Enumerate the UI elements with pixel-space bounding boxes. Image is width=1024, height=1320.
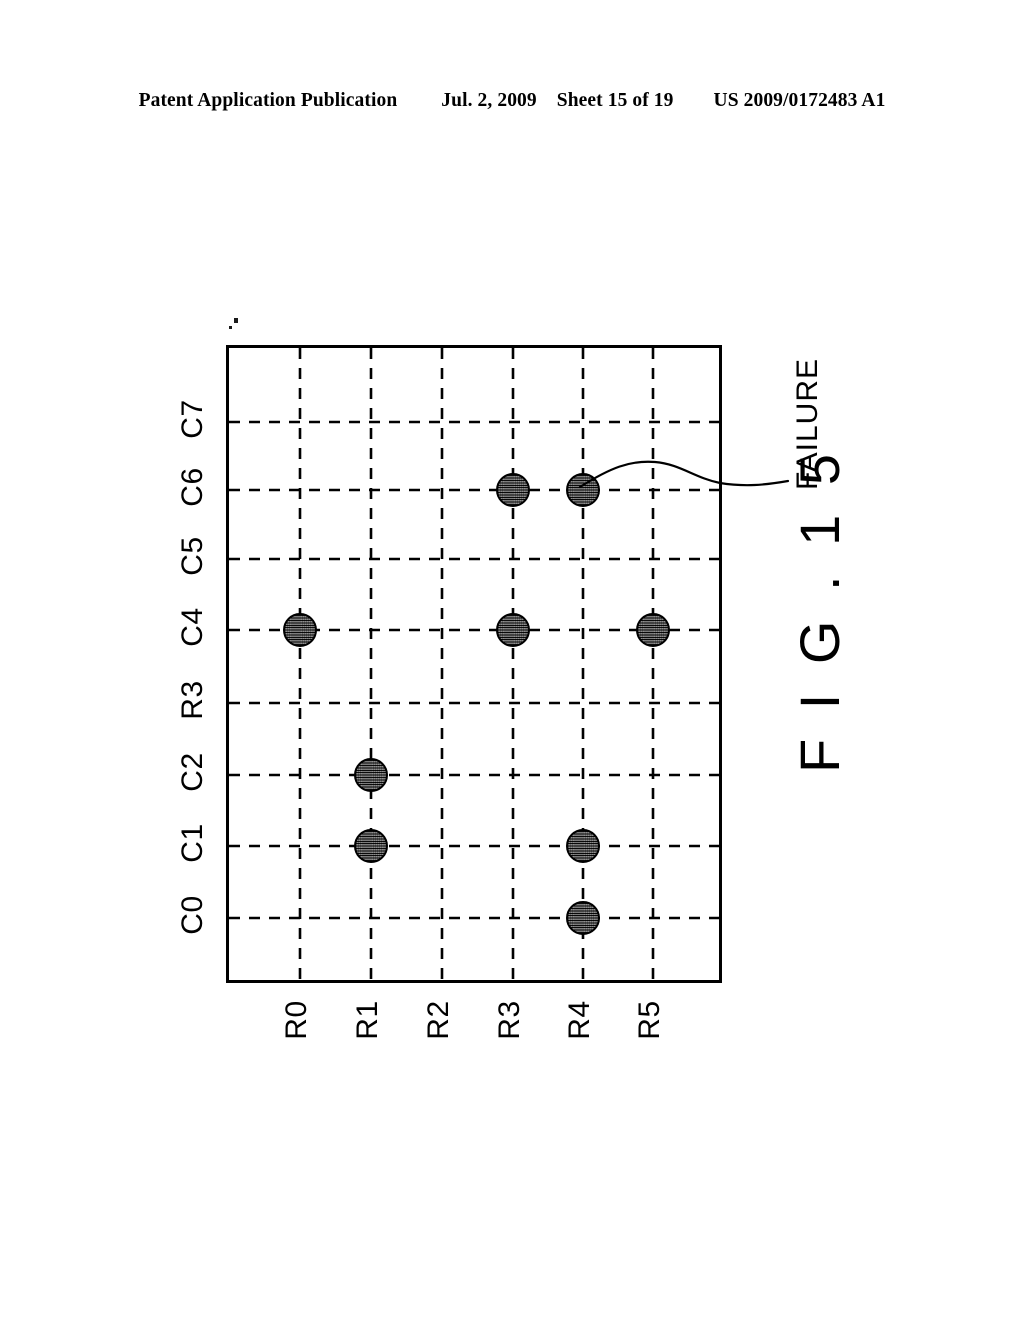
data-point (354, 758, 388, 792)
row-label-r5: R5 (633, 1000, 666, 1040)
row-label-r0: R0 (280, 1000, 313, 1040)
scan-speck (234, 318, 238, 323)
column-label-c7: C7 (176, 399, 209, 439)
figure-caption: F I G . 1 5 (788, 447, 851, 773)
failure-leader-line (578, 460, 790, 489)
row-label-r3: R3 (493, 1000, 526, 1040)
data-point (566, 829, 600, 863)
data-point (566, 901, 600, 935)
row-label-r4: R4 (563, 1000, 596, 1040)
data-point (354, 829, 388, 863)
column-label-c6: C6 (176, 467, 209, 507)
column-label-c5: C5 (176, 536, 209, 576)
column-label-c4: C4 (176, 607, 209, 647)
scan-speck (229, 326, 232, 329)
data-point (496, 613, 530, 647)
row-label-r1: R1 (351, 1000, 384, 1040)
column-label-r3: R3 (176, 680, 209, 720)
data-point (283, 613, 317, 647)
row-label-r2: R2 (422, 1000, 455, 1040)
figure-15: C0 C1 C2 R3 C4 C5 C6 C7 R0 R1 R2 R3 R4 R5 FAILURE F … (0, 0, 1024, 1320)
data-point (496, 473, 530, 507)
data-point (636, 613, 670, 647)
column-label-c2: C2 (176, 752, 209, 792)
column-label-c0: C0 (176, 895, 209, 935)
column-label-c1: C1 (176, 823, 209, 863)
